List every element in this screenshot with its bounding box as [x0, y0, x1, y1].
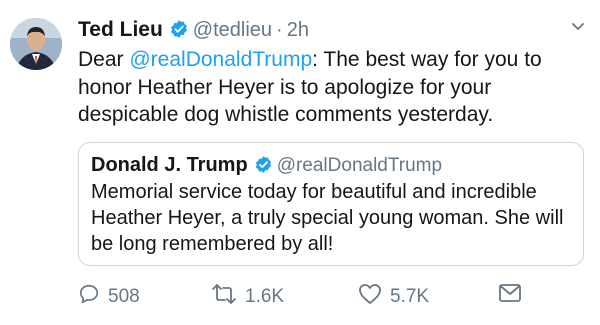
tweet-actions: 508 1.6K 5.7K — [78, 283, 558, 311]
reply-button[interactable]: 508 — [78, 283, 140, 311]
timestamp[interactable]: 2h — [287, 19, 309, 41]
quoted-tweet-text: Memorial service today for beautiful and… — [91, 181, 564, 255]
verified-badge-icon — [254, 155, 273, 180]
like-count: 5.7K — [390, 286, 430, 307]
avatar[interactable] — [10, 18, 62, 70]
quoted-tweet[interactable]: Donald J. Trump @realDonaldTrump Memorial… — [78, 142, 584, 266]
author-name[interactable]: Ted Lieu — [78, 18, 163, 41]
retweet-button[interactable]: 1.6K — [211, 283, 284, 311]
mention-link[interactable]: @realDonaldTrump — [129, 48, 312, 71]
heart-icon — [358, 283, 390, 311]
tweet-text-prefix: Dear — [78, 48, 130, 71]
retweet-icon — [211, 283, 245, 311]
quoted-author-handle: @realDonaldTrump — [276, 155, 443, 176]
quoted-tweet-header: Donald J. Trump @realDonaldTrump — [91, 153, 442, 180]
chevron-down-icon[interactable] — [570, 18, 586, 34]
verified-badge-icon — [169, 19, 189, 45]
like-button[interactable]: 5.7K — [358, 283, 429, 311]
direct-message-icon — [498, 283, 530, 309]
direct-message-button[interactable] — [498, 283, 530, 309]
reply-icon — [78, 283, 108, 311]
quoted-author-name: Donald J. Trump — [91, 154, 248, 176]
author-handle[interactable]: @tedlieu — [193, 19, 272, 41]
tweet-header: Ted Lieu @tedlieu · 2h — [78, 18, 309, 45]
retweet-count: 1.6K — [245, 286, 285, 307]
tweet-text: Dear @realDonaldTrump: The best way for … — [78, 46, 583, 129]
reply-count: 508 — [108, 286, 140, 307]
separator: · — [276, 19, 283, 41]
